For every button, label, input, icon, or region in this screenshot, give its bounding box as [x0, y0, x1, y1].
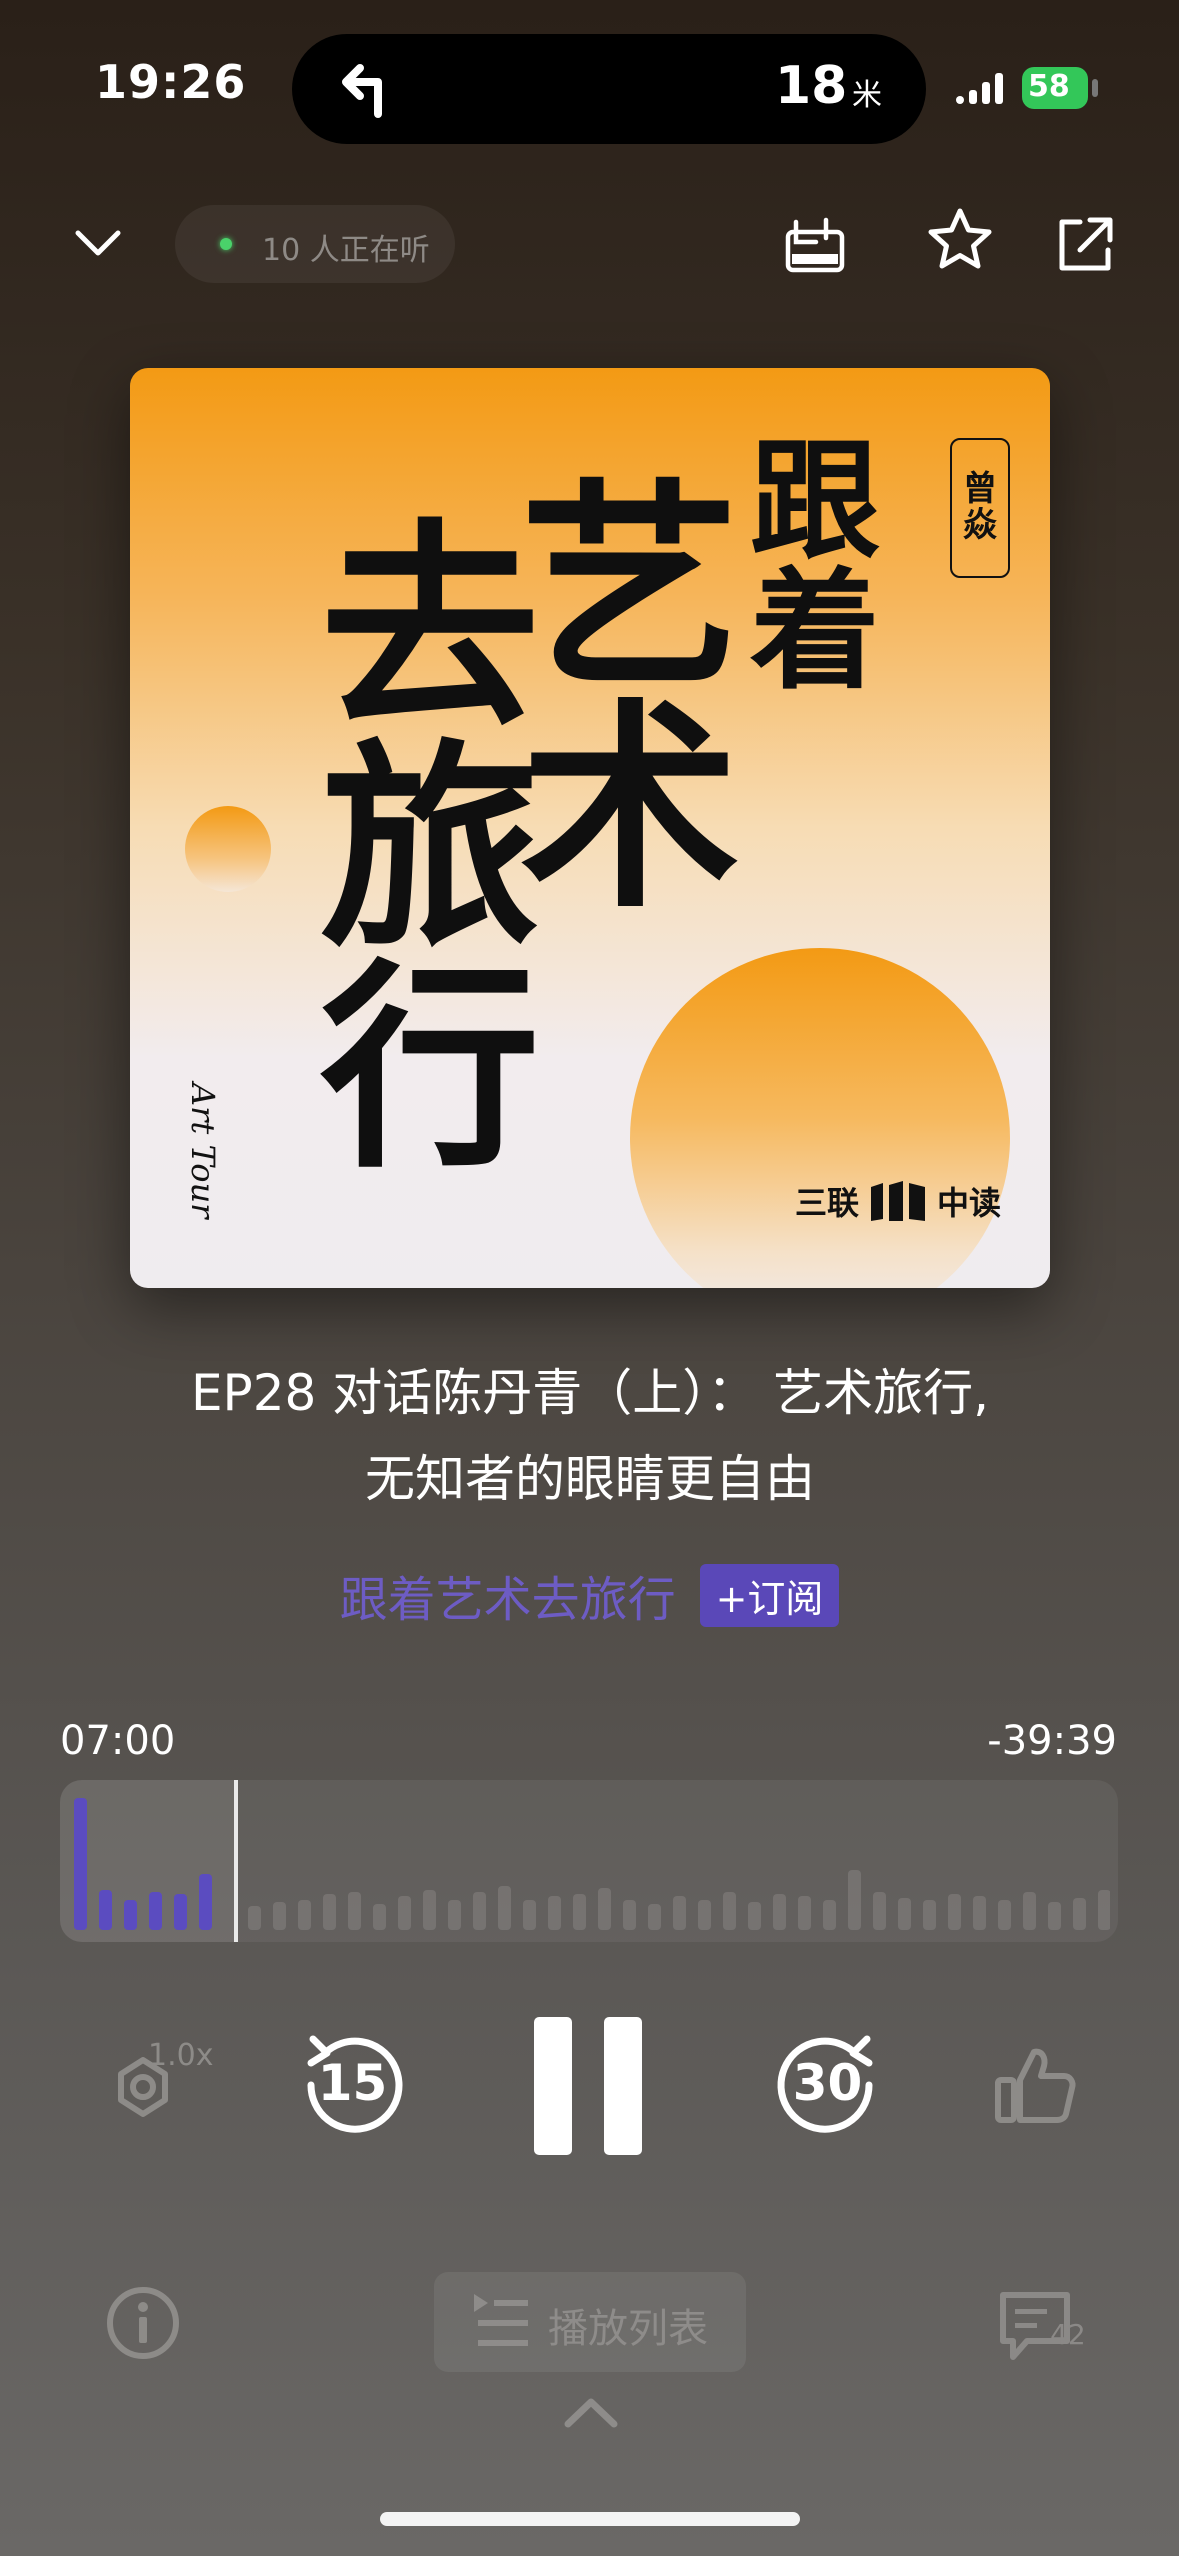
waveform-bar	[423, 1890, 436, 1930]
waveform-bar	[174, 1894, 187, 1930]
waveform-bar	[923, 1900, 936, 1930]
waveform-bar	[623, 1900, 636, 1930]
signal-icon	[956, 73, 1003, 104]
cover-title-char: 术	[520, 678, 741, 937]
publisher-right: 中读	[937, 1184, 1002, 1222]
info-icon[interactable]	[105, 2285, 181, 2361]
podcast-row: 跟着艺术去旅行 +订阅	[0, 1560, 1179, 1630]
waveform-bar	[149, 1892, 162, 1930]
waveform-bar	[798, 1896, 811, 1930]
cover-title-char: 跟	[750, 424, 881, 577]
status-time: 19:26	[95, 55, 247, 109]
nav-distance: 18	[775, 56, 848, 116]
playback-speed-label[interactable]: 1.0x	[148, 2038, 213, 2073]
cover-title-char: 着	[750, 554, 881, 707]
waveform-bar	[698, 1900, 711, 1930]
waveform-bar	[598, 1888, 611, 1930]
playhead[interactable]	[234, 1780, 238, 1942]
waveform-bar	[848, 1870, 861, 1930]
publisher-left: 三联	[795, 1184, 860, 1222]
episode-title-line: 无知者的眼睛更自由	[365, 1450, 815, 1508]
seal-char: 焱	[963, 505, 997, 545]
rewind-seconds: 15	[317, 2053, 388, 2112]
waveform-bar	[1073, 1898, 1086, 1930]
waveform-bar	[99, 1890, 112, 1930]
waveform-bar	[473, 1892, 486, 1930]
waveform-bar	[1048, 1902, 1061, 1930]
cover-title-char: 艺	[520, 458, 741, 717]
cover-art[interactable]: 跟 着 艺 术 去 旅 行 曾 焱 Art Tour 三联 中读	[130, 368, 1050, 1288]
waveform-bar	[1023, 1892, 1036, 1930]
thumbs-up-icon[interactable]	[990, 2040, 1080, 2130]
cover-big-sun	[630, 948, 1010, 1288]
listeners-count: 10 人正在听	[262, 233, 430, 268]
waveform-bar	[673, 1896, 686, 1930]
share-icon[interactable]	[1050, 210, 1120, 280]
time-remaining: -39:39	[987, 1718, 1117, 1764]
battery-level: 58	[1028, 69, 1070, 104]
chevron-down-icon[interactable]	[70, 215, 126, 271]
waveform-bar	[498, 1886, 511, 1930]
forward-button[interactable]: 30	[770, 2025, 885, 2140]
turn-left-arrow-icon	[342, 64, 382, 118]
waveform-bar	[398, 1896, 411, 1930]
cover-title-char: 去	[320, 498, 541, 757]
waveform-bar	[723, 1892, 736, 1930]
cover-title-char: 行	[320, 938, 541, 1197]
home-indicator[interactable]	[380, 2512, 800, 2526]
waveform-bars	[74, 1798, 1110, 1930]
waveform-bar	[998, 1900, 1011, 1930]
cover-publisher: 三联 中读	[795, 1178, 1001, 1224]
waveform-bar	[1098, 1890, 1110, 1930]
seal-char: 曾	[963, 469, 997, 510]
battery-indicator: 58	[1022, 67, 1100, 109]
cover-title-char: 旅	[320, 718, 541, 977]
waveform-bar	[523, 1900, 536, 1930]
playlist-label[interactable]: 播放列表	[548, 2296, 708, 2354]
waveform-bar	[573, 1894, 586, 1930]
waveform-bar	[74, 1798, 87, 1930]
waveform-bar	[748, 1902, 761, 1930]
pause-icon[interactable]	[530, 2015, 646, 2157]
cover-small-sun	[185, 806, 271, 892]
waveform-bar	[448, 1900, 461, 1930]
waveform-bar	[323, 1894, 336, 1930]
battery-cap	[1092, 79, 1098, 97]
star-icon[interactable]	[925, 205, 995, 275]
comments-count: 42	[1050, 2318, 1086, 2351]
waveform-scrubber[interactable]	[60, 1780, 1118, 1942]
waveform-bar	[648, 1904, 661, 1930]
waveform-bar	[348, 1892, 361, 1930]
download-icon[interactable]	[780, 210, 850, 280]
episode-title-line: EP28 对话陈丹青（上）： 艺术旅行,	[190, 1364, 990, 1422]
waveform-bar	[124, 1900, 137, 1930]
waveform-bar	[948, 1894, 961, 1930]
episode-title: EP28 对话陈丹青（上）： 艺术旅行, 无知者的眼睛更自由	[60, 1350, 1120, 1522]
cover-english-title-wrap: Art Tour	[182, 1083, 222, 1243]
waveform-bar	[273, 1902, 286, 1930]
chevron-up-icon[interactable]	[562, 2392, 620, 2432]
waveform-bar	[373, 1904, 386, 1930]
nav-unit: 米	[852, 78, 882, 113]
waveform-bar	[298, 1900, 311, 1930]
waveform-bar	[873, 1892, 886, 1930]
waveform-bar	[973, 1896, 986, 1930]
waveform-bar	[898, 1898, 911, 1930]
publisher-logo-icon	[871, 1181, 926, 1221]
time-elapsed: 07:00	[60, 1718, 176, 1764]
live-dot-icon	[220, 238, 232, 250]
cover-author-seal: 曾 焱	[950, 438, 1010, 578]
waveform-bar	[248, 1906, 261, 1930]
waveform-bar	[773, 1894, 786, 1930]
playlist-icon	[474, 2294, 528, 2346]
podcast-name-link[interactable]: 跟着艺术去旅行	[340, 1560, 676, 1630]
cover-english-title: Art Tour	[184, 1083, 222, 1219]
subscribe-button[interactable]: +订阅	[699, 1563, 840, 1627]
rewind-button[interactable]: 15	[295, 2025, 410, 2140]
waveform-bar	[199, 1874, 212, 1930]
forward-seconds: 30	[792, 2053, 863, 2112]
waveform-bar	[548, 1896, 561, 1930]
waveform-bar	[823, 1900, 836, 1930]
